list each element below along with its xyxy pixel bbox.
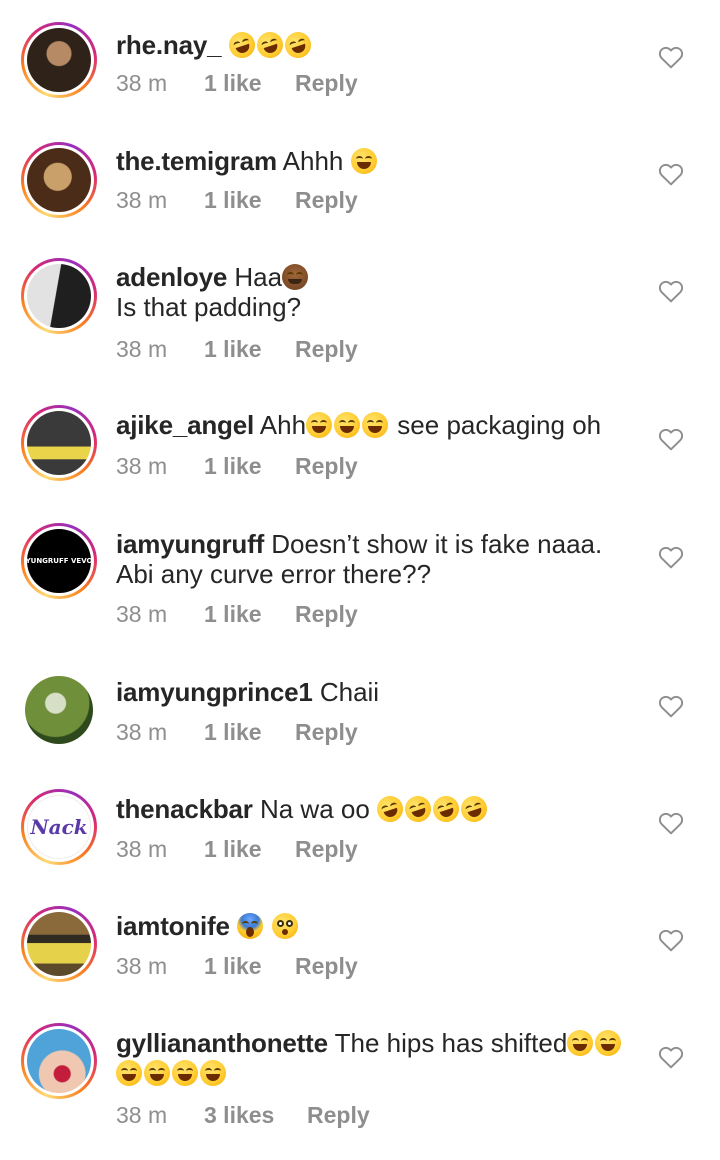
comment-username[interactable]: ajike_angel bbox=[116, 410, 254, 440]
comment-username[interactable]: iamyungruff bbox=[116, 529, 264, 559]
avatar-label: Nack bbox=[30, 815, 88, 839]
reply-button[interactable]: Reply bbox=[295, 953, 358, 980]
comment-time: 38 m bbox=[116, 601, 168, 627]
reply-button[interactable]: Reply bbox=[295, 719, 358, 746]
comment-username[interactable]: gylliananthonette bbox=[116, 1028, 328, 1058]
reply-button[interactable]: Reply bbox=[295, 453, 358, 480]
comment-likes[interactable]: 1 like bbox=[204, 453, 295, 480]
reply-button[interactable]: Reply bbox=[295, 70, 358, 97]
comment-time: 38 m bbox=[116, 453, 168, 479]
comment-text: The hips has shifted bbox=[334, 1028, 568, 1058]
reply-button[interactable]: Reply bbox=[307, 1102, 370, 1129]
avatar[interactable] bbox=[21, 22, 97, 98]
comment-emoji bbox=[306, 410, 390, 440]
comment-text-line2: Abi any curve error there?? bbox=[116, 559, 432, 589]
comment-text: Ahh bbox=[259, 410, 307, 440]
comment-emoji bbox=[373, 792, 491, 826]
comment-username[interactable]: iamtonife bbox=[116, 911, 230, 941]
avatar[interactable] bbox=[21, 1023, 97, 1099]
comment-time: 38 m bbox=[116, 336, 168, 362]
reply-button[interactable]: Reply bbox=[295, 601, 358, 628]
comment-text: Chaii bbox=[319, 677, 380, 707]
avatar[interactable]: YUNGRUFF VEVO bbox=[21, 523, 97, 599]
comment-likes[interactable]: 1 like bbox=[204, 953, 295, 980]
comment-text-after: see packaging oh bbox=[397, 410, 602, 440]
comment-likes[interactable]: 1 like bbox=[204, 70, 295, 97]
comment-text: Haa bbox=[234, 262, 283, 292]
comment-emoji bbox=[350, 146, 379, 176]
avatar[interactable] bbox=[21, 906, 97, 982]
avatar[interactable] bbox=[21, 672, 97, 748]
heart-outline-icon[interactable] bbox=[658, 1045, 684, 1069]
comment-time: 38 m bbox=[116, 836, 168, 862]
comment-time: 38 m bbox=[116, 719, 168, 745]
heart-outline-icon[interactable] bbox=[658, 162, 684, 186]
comment-time: 38 m bbox=[116, 187, 168, 213]
comment-likes[interactable]: 1 like bbox=[204, 836, 295, 863]
comment-emoji bbox=[282, 262, 310, 292]
heart-outline-icon[interactable] bbox=[658, 928, 684, 952]
heart-outline-icon[interactable] bbox=[658, 811, 684, 835]
comment-likes[interactable]: 1 like bbox=[204, 719, 295, 746]
comment-likes[interactable]: 1 like bbox=[204, 336, 295, 363]
avatar[interactable] bbox=[21, 142, 97, 218]
comment-emoji bbox=[567, 1028, 623, 1058]
comment-text: Na wa oo bbox=[259, 794, 370, 824]
comment-username[interactable]: adenloye bbox=[116, 262, 227, 292]
avatar[interactable] bbox=[21, 258, 97, 334]
comment-emoji bbox=[237, 911, 300, 941]
comment-text-line2: Is that padding? bbox=[116, 292, 302, 322]
comment-username[interactable]: thenackbar bbox=[116, 794, 253, 824]
comment-username[interactable]: the.temigram bbox=[116, 146, 277, 176]
comment-text: Ahhh bbox=[282, 146, 344, 176]
comment-likes[interactable]: 1 like bbox=[204, 601, 295, 628]
heart-outline-icon[interactable] bbox=[658, 545, 684, 569]
reply-button[interactable]: Reply bbox=[295, 836, 358, 863]
avatar[interactable]: Nack bbox=[21, 789, 97, 865]
comment-time: 38 m bbox=[116, 1102, 168, 1128]
heart-outline-icon[interactable] bbox=[658, 694, 684, 718]
comment-username[interactable]: rhe.nay_ bbox=[116, 30, 222, 60]
heart-outline-icon[interactable] bbox=[658, 279, 684, 303]
comment-emoji-line2 bbox=[116, 1058, 228, 1088]
comment-time: 38 m bbox=[116, 953, 168, 979]
comment-likes[interactable]: 1 like bbox=[204, 187, 295, 214]
comment-username[interactable]: iamyungprince1 bbox=[116, 677, 313, 707]
comment-emoji bbox=[225, 28, 314, 62]
comment-text: Doesn’t show it is fake naaa. bbox=[271, 529, 603, 559]
comment-likes[interactable]: 3 likes bbox=[204, 1102, 307, 1129]
avatar[interactable] bbox=[21, 405, 97, 481]
reply-button[interactable]: Reply bbox=[295, 187, 358, 214]
heart-outline-icon[interactable] bbox=[658, 427, 684, 451]
comment-time: 38 m bbox=[116, 70, 168, 96]
heart-outline-icon[interactable] bbox=[658, 45, 684, 69]
avatar-label: YUNGRUFF VEVO bbox=[27, 557, 91, 565]
reply-button[interactable]: Reply bbox=[295, 336, 358, 363]
